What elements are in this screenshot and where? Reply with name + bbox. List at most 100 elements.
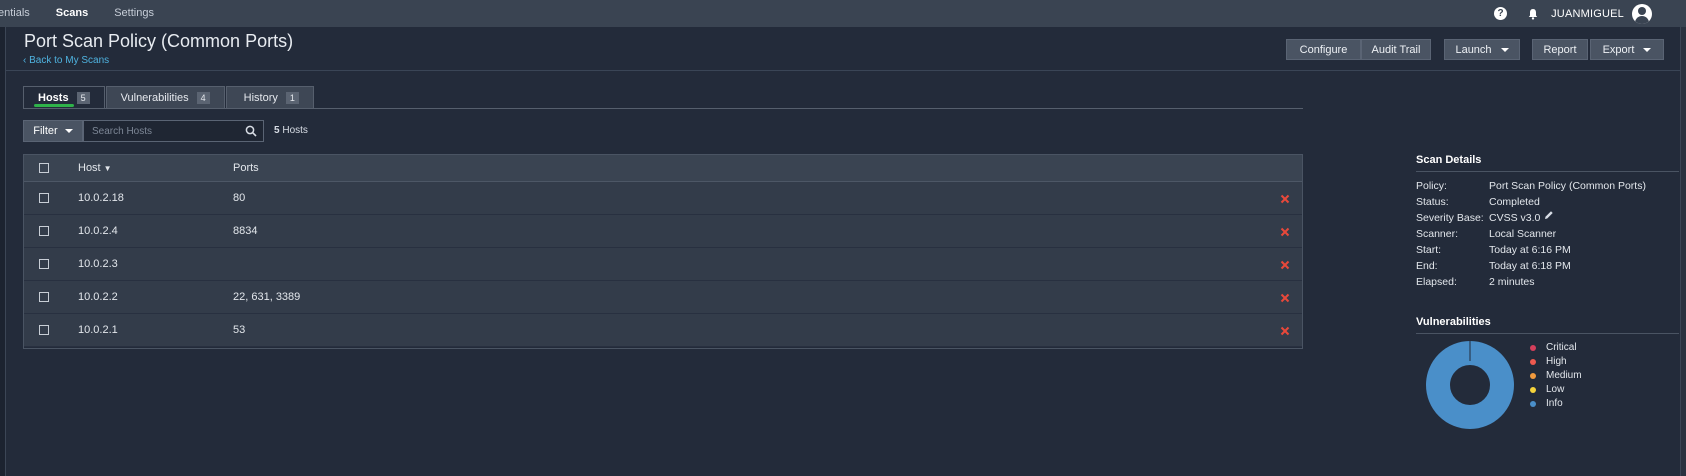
back-to-scans-link[interactable]: ‹ Back to My Scans (23, 55, 109, 66)
page-title: Port Scan Policy (Common Ports) (24, 31, 294, 51)
host-cell[interactable]: 10.0.2.2 (78, 291, 118, 303)
report-button[interactable]: Report (1532, 39, 1588, 60)
ports-cell: 8834 (233, 225, 258, 237)
audit-trail-button[interactable]: Audit Trail (1361, 39, 1431, 60)
legend-label: Critical (1546, 342, 1577, 353)
legend-item-high[interactable]: High (1530, 356, 1567, 367)
table-row[interactable]: 10.0.2.3 (24, 248, 1302, 281)
configure-button[interactable]: Configure (1286, 39, 1361, 60)
remove-icon[interactable] (1280, 227, 1290, 237)
chevron-down-icon (64, 129, 73, 133)
select-all-checkbox[interactable] (39, 163, 49, 173)
tab-hosts[interactable]: Hosts 5 (23, 86, 105, 109)
tab-bar: Hosts 5 Vulnerabilities 4 History 1 (23, 86, 315, 109)
ports-cell: 53 (233, 324, 246, 336)
column-header-host[interactable]: Host ▼ (78, 162, 112, 174)
export-button[interactable]: Export (1590, 39, 1664, 60)
nav-scans[interactable]: Scans (56, 7, 88, 19)
legend-label: Low (1546, 384, 1565, 395)
table-row[interactable]: 10.0.2.2 22, 631, 3389 (24, 281, 1302, 314)
row-checkbox[interactable] (39, 226, 49, 236)
search-hosts-input[interactable] (92, 125, 242, 137)
scan-detail-value: Today at 6:16 PM (1489, 244, 1571, 256)
host-cell[interactable]: 10.0.2.3 (78, 258, 118, 270)
right-scrollbar[interactable] (1680, 27, 1686, 476)
vulnerabilities-donut-chart (1426, 341, 1514, 429)
tab-history-label: History (243, 92, 278, 104)
avatar[interactable] (1632, 3, 1652, 24)
tab-history[interactable]: History 1 (225, 86, 314, 109)
legend-item-critical[interactable]: Critical (1530, 342, 1577, 353)
scan-detail-label: Severity Base: (1416, 212, 1484, 224)
export-button-label: Export (1602, 43, 1635, 56)
left-panel-edge (0, 27, 6, 476)
remove-icon[interactable] (1280, 260, 1290, 270)
legend-item-low[interactable]: Low (1530, 384, 1564, 395)
hosts-count-number: 5 (274, 125, 280, 136)
scan-detail-value: Completed (1489, 196, 1540, 208)
ports-cell: 22, 631, 3389 (233, 291, 301, 303)
host-cell[interactable]: 10.0.2.4 (78, 225, 118, 237)
chevron-down-icon (1500, 47, 1509, 52)
legend-dot (1530, 344, 1536, 351)
row-checkbox[interactable] (39, 193, 49, 203)
header-divider (6, 70, 1680, 71)
launch-button[interactable]: Launch (1444, 39, 1520, 60)
sort-down-icon: ▼ (103, 164, 112, 173)
question-icon[interactable]: ? (1494, 7, 1508, 20)
legend-item-medium[interactable]: Medium (1530, 370, 1582, 381)
scan-details-divider (1416, 171, 1679, 172)
legend-label: High (1546, 356, 1567, 367)
legend-item-info[interactable]: Info (1530, 398, 1563, 409)
tab-vulnerabilities-label: Vulnerabilities (120, 92, 189, 104)
scan-detail-value: Local Scanner (1489, 228, 1557, 240)
search-icon[interactable] (245, 125, 257, 137)
host-cell[interactable]: 10.0.2.18 (78, 192, 124, 204)
scan-details-title: Scan Details (1416, 154, 1482, 166)
scan-detail-label: Start: (1416, 244, 1442, 256)
nav-user-area: ? JUANMIGUEL (1494, 0, 1652, 27)
table-row[interactable]: 10.0.2.4 8834 (24, 215, 1302, 248)
tab-history-count: 1 (285, 92, 299, 104)
tabs-divider (23, 108, 1303, 109)
search-hosts-box (83, 120, 264, 142)
scan-detail-label: Elapsed: (1416, 276, 1457, 288)
vulnerabilities-divider (1416, 333, 1679, 334)
nav-settings[interactable]: Settings (114, 7, 154, 19)
ports-cell: 80 (233, 192, 246, 204)
vulnerabilities-title: Vulnerabilities (1416, 316, 1491, 328)
column-header-ports[interactable]: Ports (233, 162, 259, 174)
table-row[interactable]: 10.0.2.1 53 (24, 314, 1302, 347)
row-checkbox[interactable] (39, 292, 49, 302)
remove-icon[interactable] (1280, 326, 1290, 336)
tab-hosts-count: 5 (76, 92, 90, 104)
legend-dot (1530, 400, 1536, 407)
launch-button-label: Launch (1455, 43, 1492, 56)
scan-detail-value: Port Scan Policy (Common Ports) (1489, 180, 1646, 192)
table-row[interactable]: 10.0.2.18 80 (24, 182, 1302, 215)
nav-credentials[interactable]: entials (0, 7, 30, 19)
scan-detail-value: 2 minutes (1489, 276, 1535, 288)
username[interactable]: JUANMIGUEL (1551, 8, 1624, 20)
row-checkbox[interactable] (39, 259, 49, 269)
nav-links: entials Scans Settings (0, 7, 180, 19)
report-button-label: Report (1543, 43, 1577, 56)
configure-button-label: Configure (1299, 43, 1348, 56)
filter-button-label: Filter (33, 125, 58, 137)
edit-pencil-icon[interactable] (1544, 210, 1554, 220)
table-header: Host ▼ Ports (24, 155, 1302, 182)
legend-dot (1530, 358, 1536, 365)
remove-icon[interactable] (1280, 194, 1290, 204)
tab-vulnerabilities[interactable]: Vulnerabilities 4 (105, 86, 225, 109)
hosts-count-label: Hosts (282, 125, 308, 136)
remove-icon[interactable] (1280, 293, 1290, 303)
row-checkbox[interactable] (39, 325, 49, 335)
filter-button[interactable]: Filter (23, 120, 83, 142)
scan-detail-label: Policy: (1416, 180, 1447, 192)
host-cell[interactable]: 10.0.2.1 (78, 324, 118, 336)
bell-icon[interactable] (1527, 8, 1539, 20)
table-body: 10.0.2.18 80 10.0.2.4 8834 10.0.2.3 10.0.2.2 2… (24, 182, 1302, 347)
donut-segment-info (1426, 341, 1514, 429)
scan-detail-value: CVSS v3.0 (1489, 212, 1541, 224)
tab-vulnerabilities-count: 4 (196, 92, 210, 104)
